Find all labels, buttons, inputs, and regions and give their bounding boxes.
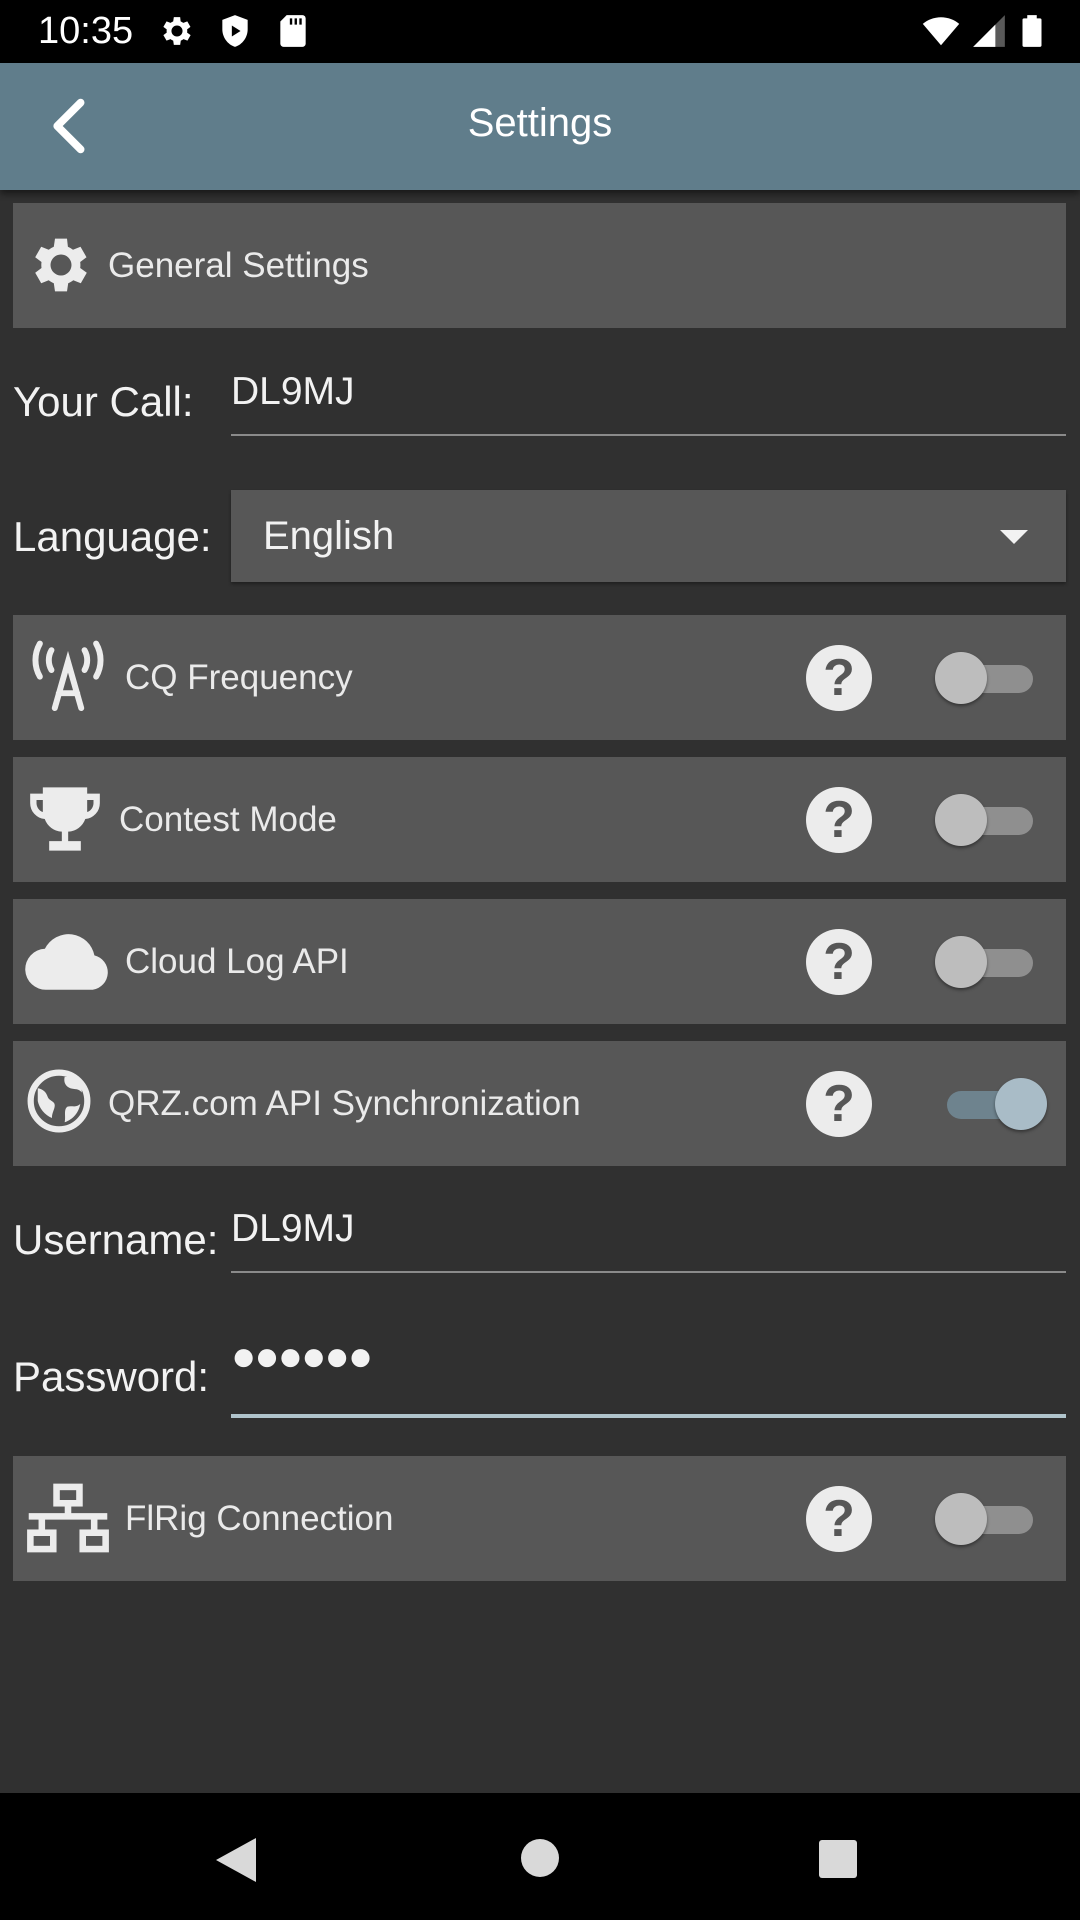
navigation-bar xyxy=(0,1793,1080,1920)
general-settings-header: General Settings xyxy=(13,203,1066,328)
settings-status-icon xyxy=(163,17,191,45)
dropdown-caret-icon xyxy=(1000,530,1028,544)
contest-mode-help-icon[interactable]: ? xyxy=(806,787,872,853)
cq-frequency-help-icon[interactable]: ? xyxy=(806,645,872,711)
contest-mode-switch[interactable] xyxy=(935,794,1047,846)
flrig-connection-help-icon[interactable]: ? xyxy=(806,1486,872,1552)
cq-frequency-label: CQ Frequency xyxy=(125,658,353,697)
cloud-log-api-switch[interactable] xyxy=(935,936,1047,988)
cloud-log-api-label: Cloud Log API xyxy=(125,942,349,981)
status-time: 10:35 xyxy=(38,10,134,52)
your-call-value: DL9MJ xyxy=(231,370,355,413)
cloud-log-api-help-icon[interactable]: ? xyxy=(806,929,872,995)
flrig-connection-label: FlRig Connection xyxy=(125,1499,394,1538)
password-value: ●●●●●● xyxy=(231,1332,373,1379)
gear-icon xyxy=(35,238,87,292)
password-input[interactable]: ●●●●●● xyxy=(231,1328,1066,1418)
globe-icon xyxy=(27,1069,91,1133)
your-call-label: Your Call: xyxy=(13,378,194,425)
battery-status-icon xyxy=(1022,15,1042,47)
contest-mode-row: Contest Mode ? xyxy=(13,757,1066,882)
qrz-sync-row: QRZ.com API Synchronization ? xyxy=(13,1041,1066,1166)
contest-mode-label: Contest Mode xyxy=(119,800,337,839)
general-settings-label: General Settings xyxy=(108,246,369,285)
language-label: Language: xyxy=(13,513,212,560)
shield-status-icon xyxy=(222,15,248,47)
antenna-icon xyxy=(32,640,104,712)
sd-card-status-icon xyxy=(280,15,306,47)
wifi-status-icon xyxy=(922,17,960,46)
app-bar: Settings xyxy=(0,63,1080,190)
password-label: Password: xyxy=(13,1353,210,1400)
cq-frequency-switch[interactable] xyxy=(935,652,1047,704)
cellular-status-icon xyxy=(973,15,1005,47)
language-select[interactable]: English xyxy=(231,490,1066,582)
username-label: Username: xyxy=(13,1216,219,1263)
trophy-icon xyxy=(30,787,100,851)
nav-home-icon[interactable] xyxy=(520,1838,560,1878)
cloud-log-api-row: Cloud Log API ? xyxy=(13,899,1066,1024)
nav-recents-icon[interactable] xyxy=(818,1839,858,1879)
language-selected-value: English xyxy=(263,514,395,558)
qrz-sync-help-icon[interactable]: ? xyxy=(806,1071,872,1137)
flrig-connection-switch[interactable] xyxy=(935,1493,1047,1545)
qrz-sync-switch[interactable] xyxy=(935,1078,1047,1130)
status-bar: 10:35 xyxy=(0,0,1080,63)
flrig-connection-row: FlRig Connection ? xyxy=(13,1456,1066,1581)
cq-frequency-row: CQ Frequency ? xyxy=(13,615,1066,740)
cloud-icon xyxy=(25,934,108,990)
page-title: Settings xyxy=(467,101,613,145)
network-icon xyxy=(27,1483,109,1553)
nav-back-icon[interactable] xyxy=(214,1836,258,1884)
your-call-input[interactable]: DL9MJ xyxy=(231,368,1066,436)
username-value: DL9MJ xyxy=(231,1207,355,1250)
username-input[interactable]: DL9MJ xyxy=(231,1205,1066,1273)
qrz-sync-label: QRZ.com API Synchronization xyxy=(108,1084,581,1123)
